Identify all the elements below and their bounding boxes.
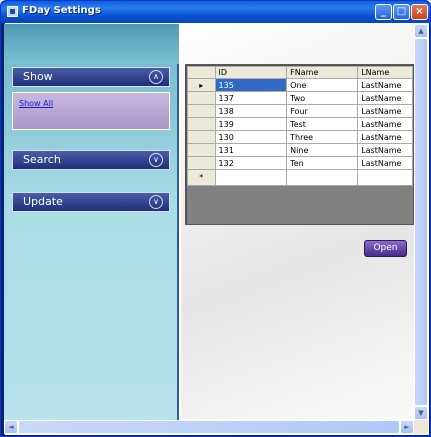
show-panel-label: Show [23,70,53,83]
cell-lname[interactable]: LastName [357,130,413,144]
cell-id[interactable]: 131 [214,143,288,157]
table-row[interactable]: 139 Test LastName [187,117,413,131]
scroll-right-icon[interactable]: ► [400,420,414,434]
cell-lname[interactable]: LastName [357,104,413,118]
cell-fname[interactable]: Four [286,104,359,118]
cell-lname[interactable]: LastName [357,78,413,92]
row-indicator[interactable] [187,104,216,118]
vertical-scroll-thumb[interactable] [414,38,428,406]
minimize-button[interactable]: _ [375,4,392,20]
chevron-down-icon[interactable]: ∨ [149,195,163,209]
table-row[interactable]: 137 Two LastName [187,91,413,105]
maximize-button[interactable]: □ [393,4,410,20]
app-icon [7,6,18,17]
show-all-link[interactable]: Show All [19,99,53,108]
update-panel-label: Update [23,195,63,208]
table-row[interactable]: 138 Four LastName [187,104,413,118]
new-cell-lname[interactable] [357,169,413,186]
cell-lname[interactable]: LastName [357,143,413,157]
row-indicator[interactable] [187,130,216,144]
new-cell-id[interactable] [214,169,288,186]
grid-corner-cell[interactable] [187,66,216,79]
open-button[interactable]: Open [364,240,407,257]
column-header-fname[interactable]: FName [286,66,359,79]
cell-id[interactable]: 139 [214,117,288,131]
show-panel-header[interactable]: Show ∧ [12,67,170,87]
sidebar-header [4,24,179,64]
cell-id[interactable]: 138 [214,104,288,118]
new-row-indicator[interactable]: * [187,169,216,186]
grid-empty-area [187,206,413,224]
new-row[interactable]: * [187,169,413,186]
cell-id[interactable]: 130 [214,130,288,144]
scroll-corner [414,420,428,434]
table-row[interactable]: ▸ 135 One LastName [187,78,413,92]
table-row[interactable]: 130 Three LastName [187,130,413,144]
table-row[interactable]: 132 Ten LastName [187,156,413,170]
update-panel-header[interactable]: Update ∨ [12,192,170,212]
cell-fname[interactable]: Ten [286,156,359,170]
cell-fname[interactable]: Two [286,91,359,105]
column-header-id[interactable]: ID [214,66,288,79]
chevron-down-icon[interactable]: ∨ [149,153,163,167]
cell-id[interactable]: 137 [214,91,288,105]
cell-fname[interactable]: Test [286,117,359,131]
row-indicator[interactable]: ▸ [187,78,216,92]
scroll-down-icon[interactable]: ▼ [414,406,428,420]
cell-lname[interactable]: LastName [357,117,413,131]
cell-fname[interactable]: One [286,78,359,92]
row-indicator[interactable] [187,143,216,157]
cell-id[interactable]: 135 [214,78,288,92]
title-bar[interactable]: FDay Settings _ □ × [1,1,430,23]
vertical-scrollbar[interactable]: ▲ ▼ [414,24,428,420]
row-indicator[interactable] [187,117,216,131]
close-button[interactable]: × [411,4,428,20]
cell-fname[interactable]: Three [286,130,359,144]
search-panel-label: Search [23,153,61,166]
row-indicator[interactable] [187,156,216,170]
window-title: FDay Settings [22,5,101,16]
horizontal-scroll-thumb[interactable] [18,420,400,434]
scroll-left-icon[interactable]: ◄ [4,420,18,434]
chevron-up-icon[interactable]: ∧ [149,70,163,84]
column-header-lname[interactable]: LName [357,66,413,79]
show-panel-body: Show All [12,92,170,130]
cell-lname[interactable]: LastName [357,156,413,170]
scroll-up-icon[interactable]: ▲ [414,24,428,38]
search-panel-header[interactable]: Search ∨ [12,150,170,170]
table-row[interactable]: 131 Nine LastName [187,143,413,157]
grid-header-row: ID FName LName [187,66,413,79]
data-grid[interactable]: ID FName LName ▸ 135 One LastName 137 Tw… [185,64,415,225]
cell-lname[interactable]: LastName [357,91,413,105]
horizontal-scrollbar[interactable]: ◄ ► [4,420,414,434]
row-indicator[interactable] [187,91,216,105]
cell-id[interactable]: 132 [214,156,288,170]
cell-fname[interactable]: Nine [286,143,359,157]
new-cell-fname[interactable] [286,169,359,186]
